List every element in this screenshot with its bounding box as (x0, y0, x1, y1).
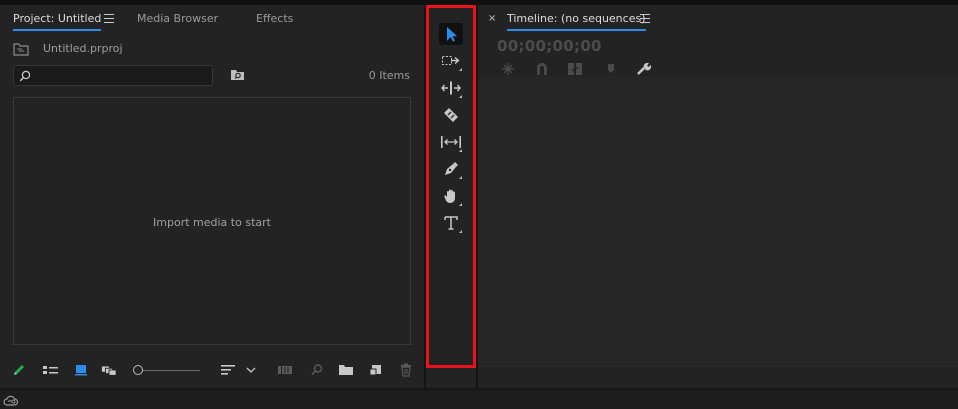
slip-tool-button[interactable] (439, 131, 463, 153)
trash-icon[interactable] (398, 363, 414, 377)
timeline-panel: × Timeline: (no sequences) 00;00;00;00 (478, 5, 958, 387)
chevron-down-icon[interactable] (243, 363, 259, 377)
items-count: 0 Items (368, 69, 410, 82)
timeline-scrollbar-area[interactable] (478, 366, 958, 387)
empty-message: Import media to start (153, 216, 271, 229)
icon-view-icon[interactable] (73, 363, 89, 377)
track-select-tool-icon (442, 56, 460, 65)
tab-timeline[interactable]: Timeline: (no sequences) (507, 12, 646, 31)
hand-tool-icon (444, 189, 455, 203)
nest-icon[interactable] (500, 62, 516, 76)
project-panel: Project: Untitled Media Browser Effects … (0, 5, 424, 387)
selection-tool-icon (447, 27, 457, 42)
playhead-timecode[interactable]: 00;00;00;00 (497, 37, 602, 55)
linked-selection-icon[interactable] (567, 62, 583, 76)
panel-menu-icon[interactable] (640, 14, 650, 23)
ripple-edit-tool-button[interactable] (439, 77, 463, 99)
list-view-icon[interactable] (42, 363, 58, 377)
tab-media-browser[interactable]: Media Browser (137, 12, 218, 25)
status-bar (0, 389, 958, 409)
tab-project[interactable]: Project: Untitled (13, 12, 102, 31)
project-file-icon (13, 43, 29, 56)
panel-menu-icon[interactable] (104, 14, 114, 23)
selection-tool-button[interactable] (439, 23, 463, 45)
razor-tool-button[interactable] (439, 104, 463, 126)
media-drop-area[interactable]: Import media to start (13, 97, 411, 345)
new-item-icon[interactable] (368, 363, 384, 377)
tab-effects[interactable]: Effects (256, 12, 293, 25)
pencil-icon[interactable] (12, 363, 28, 377)
project-file-name: Untitled.prproj (43, 42, 123, 55)
hand-tool-button[interactable] (439, 185, 463, 207)
project-tabs: Project: Untitled Media Browser Effects (0, 5, 424, 33)
timeline-track-area[interactable] (478, 76, 958, 366)
project-bottom-toolbar (0, 357, 424, 383)
pen-tool-button[interactable] (439, 158, 463, 180)
add-marker-icon[interactable] (603, 62, 619, 76)
automate-to-sequence-icon[interactable] (277, 363, 293, 377)
pen-tool-icon (445, 162, 458, 175)
new-bin-icon[interactable] (338, 363, 354, 377)
tools-panel (426, 5, 476, 387)
freeform-view-icon[interactable] (101, 363, 117, 377)
search-input[interactable] (13, 65, 213, 86)
close-icon[interactable]: × (488, 13, 496, 24)
settings-wrench-icon[interactable] (636, 62, 652, 76)
creative-cloud-icon[interactable] (3, 395, 19, 407)
track-select-tool-button[interactable] (439, 50, 463, 72)
sort-icon[interactable] (220, 363, 236, 377)
type-tool-icon (444, 216, 458, 230)
slip-tool-icon (441, 136, 461, 148)
search-icon (19, 70, 31, 82)
zoom-slider-handle[interactable] (133, 365, 143, 375)
type-tool-button[interactable] (439, 212, 463, 234)
find-in-bin-icon[interactable] (230, 69, 245, 81)
find-icon[interactable] (309, 363, 325, 377)
razor-tool-icon (444, 108, 458, 122)
ripple-edit-tool-icon (441, 81, 461, 95)
snap-icon[interactable] (534, 62, 550, 76)
zoom-slider-track[interactable] (142, 370, 200, 371)
